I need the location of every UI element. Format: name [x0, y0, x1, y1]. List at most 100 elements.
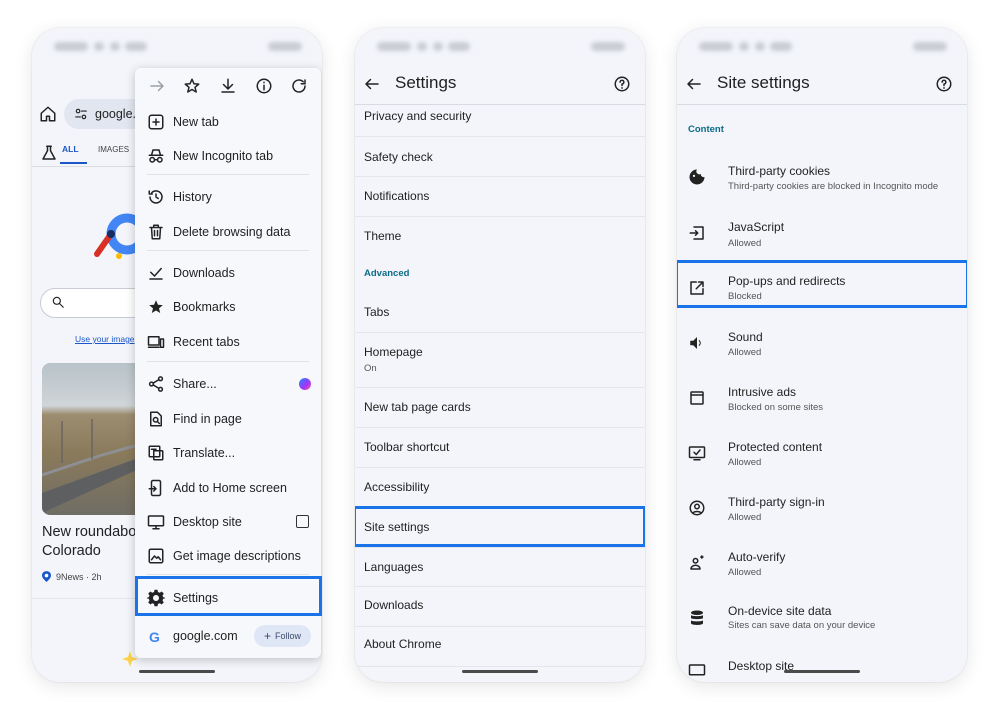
site-setting-status: Allowed	[728, 347, 762, 358]
status-bar	[32, 28, 322, 64]
menu-item-label: Bookmarks	[173, 300, 236, 314]
site-setting-status: Blocked on some sites	[728, 402, 824, 413]
follow-label: Follow	[274, 631, 301, 641]
menu-item-bookmarks[interactable]: Bookmarks	[135, 293, 321, 321]
site-setting-status: Allowed	[728, 567, 762, 578]
menu-item-downloads[interactable]: Downloads	[135, 259, 321, 287]
settings-item-notifications[interactable]: Notifications	[355, 177, 645, 216]
trash-icon	[149, 224, 163, 240]
plus-box-icon	[148, 114, 164, 130]
status-bar	[677, 28, 967, 64]
messenger-icon[interactable]	[299, 378, 311, 390]
page-title: Site settings	[717, 73, 810, 92]
site-setting-on-device-data[interactable]: On-device site data Sites can save data …	[677, 593, 967, 643]
settings-item-toolbar-shortcut[interactable]: Toolbar shortcut	[355, 428, 645, 467]
download-icon[interactable]	[219, 77, 237, 95]
page-title: Settings	[395, 73, 457, 92]
site-setting-label: JavaScript	[728, 220, 785, 234]
database-icon	[691, 610, 703, 625]
desktop-site-checkbox[interactable]	[296, 515, 309, 528]
menu-item-find-in-page[interactable]: Find in page	[135, 405, 321, 433]
settings-item-tabs[interactable]: Tabs	[355, 293, 645, 332]
menu-item-share[interactable]: Share...	[135, 370, 321, 398]
status-bar	[355, 28, 645, 64]
monitor-icon	[147, 515, 165, 530]
help-icon[interactable]	[935, 75, 953, 93]
site-setting-status: Allowed	[728, 457, 762, 468]
settings-item-accessibility[interactable]: Accessibility	[355, 468, 645, 507]
site-info-icon[interactable]	[74, 107, 88, 121]
section-header-advanced: Advanced	[364, 268, 410, 279]
settings-item-homepage[interactable]: Homepage On	[355, 333, 645, 387]
help-icon[interactable]	[613, 75, 631, 93]
menu-item-get-image-descriptions[interactable]: Get image descriptions	[135, 542, 321, 570]
settings-item-downloads[interactable]: Downloads	[355, 587, 645, 626]
back-arrow-icon[interactable]	[685, 75, 703, 93]
menu-item-add-to-home-screen[interactable]: Add to Home screen	[135, 474, 321, 502]
site-setting-status: Allowed	[728, 512, 762, 523]
site-setting-intrusive-ads[interactable]: Intrusive ads Blocked on some sites	[677, 373, 967, 423]
site-setting-third-party-cookies[interactable]: Third-party cookies Third-party cookies …	[677, 152, 967, 202]
site-setting-label: Third-party cookies	[728, 164, 831, 178]
tab-all[interactable]: ALL	[62, 144, 79, 154]
site-setting-desktop-site[interactable]: Desktop site	[677, 648, 967, 682]
site-setting-auto-verify[interactable]: Auto-verify Allowed	[677, 538, 967, 588]
info-icon[interactable]	[255, 77, 273, 95]
menu-item-label: New tab	[173, 115, 219, 129]
menu-item-desktop-site[interactable]: Desktop site	[135, 508, 321, 536]
menu-item-label: Get image descriptions	[173, 549, 301, 563]
site-setting-third-party-sign-in[interactable]: Third-party sign-in Allowed	[677, 483, 967, 533]
follow-button[interactable]: + Follow	[253, 625, 311, 647]
menu-item-history[interactable]: History	[135, 183, 321, 211]
site-setting-label: Intrusive ads	[728, 385, 797, 399]
menu-separator	[147, 250, 309, 251]
settings-item-label: Privacy and security	[364, 109, 472, 123]
menu-item-translate[interactable]: Translate...	[135, 439, 321, 467]
menu-toolbar	[135, 68, 321, 104]
settings-item-privacy[interactable]: Privacy and security	[355, 106, 645, 136]
add-to-home-icon	[148, 479, 162, 497]
star-icon[interactable]	[183, 77, 201, 95]
labs-flask-icon[interactable]	[40, 144, 58, 162]
home-icon[interactable]	[39, 105, 57, 123]
menu-item-label: Recent tabs	[173, 335, 240, 349]
tab-images[interactable]: IMAGES	[98, 145, 129, 154]
ad-box-icon	[690, 391, 704, 405]
site-setting-protected-content[interactable]: Protected content Allowed	[677, 428, 967, 478]
settings-item-theme[interactable]: Theme	[355, 217, 645, 256]
settings-item-safety-check[interactable]: Safety check	[355, 137, 645, 176]
app-bar: Settings	[355, 64, 645, 104]
site-setting-status: Allowed	[728, 238, 762, 249]
divider	[677, 104, 967, 105]
menu-separator	[147, 174, 309, 175]
settings-item-label: Accessibility	[364, 480, 430, 494]
person-verify-icon	[690, 555, 704, 570]
settings-item-languages[interactable]: Languages	[355, 548, 645, 587]
forward-icon[interactable]	[148, 77, 166, 95]
downloads-icon	[149, 267, 163, 280]
site-setting-sound[interactable]: Sound Allowed	[677, 318, 967, 368]
menu-item-label: Share...	[173, 377, 217, 391]
settings-item-new-tab-page-cards[interactable]: New tab page cards	[355, 388, 645, 427]
refresh-icon[interactable]	[290, 77, 308, 95]
menu-item-site-follow[interactable]: G google.com + Follow	[135, 622, 321, 650]
menu-item-new-tab[interactable]: New tab	[135, 108, 321, 136]
bookmark-star-icon	[149, 300, 163, 313]
gesture-handle	[462, 670, 538, 673]
site-label: google.com	[173, 629, 238, 643]
menu-item-label: Desktop site	[173, 515, 242, 529]
settings-item-label: Tabs	[364, 305, 390, 319]
site-setting-javascript[interactable]: JavaScript Allowed	[677, 208, 967, 258]
image-search-link[interactable]: Use your image	[75, 334, 135, 344]
back-arrow-icon[interactable]	[363, 75, 381, 93]
settings-item-label: Notifications	[364, 189, 430, 203]
menu-item-label: History	[173, 190, 212, 204]
menu-item-new-incognito-tab[interactable]: New Incognito tab	[135, 142, 321, 170]
settings-item-about-chrome[interactable]: About Chrome	[355, 627, 645, 666]
search-tabs: ALL IMAGES	[32, 142, 152, 166]
menu-item-recent-tabs[interactable]: Recent tabs	[135, 328, 321, 356]
menu-item-delete-browsing-data[interactable]: Delete browsing data	[135, 218, 321, 246]
cookie-icon	[689, 169, 705, 185]
settings-item-label: Safety check	[364, 150, 433, 164]
site-setting-label: Auto-verify	[728, 550, 786, 564]
